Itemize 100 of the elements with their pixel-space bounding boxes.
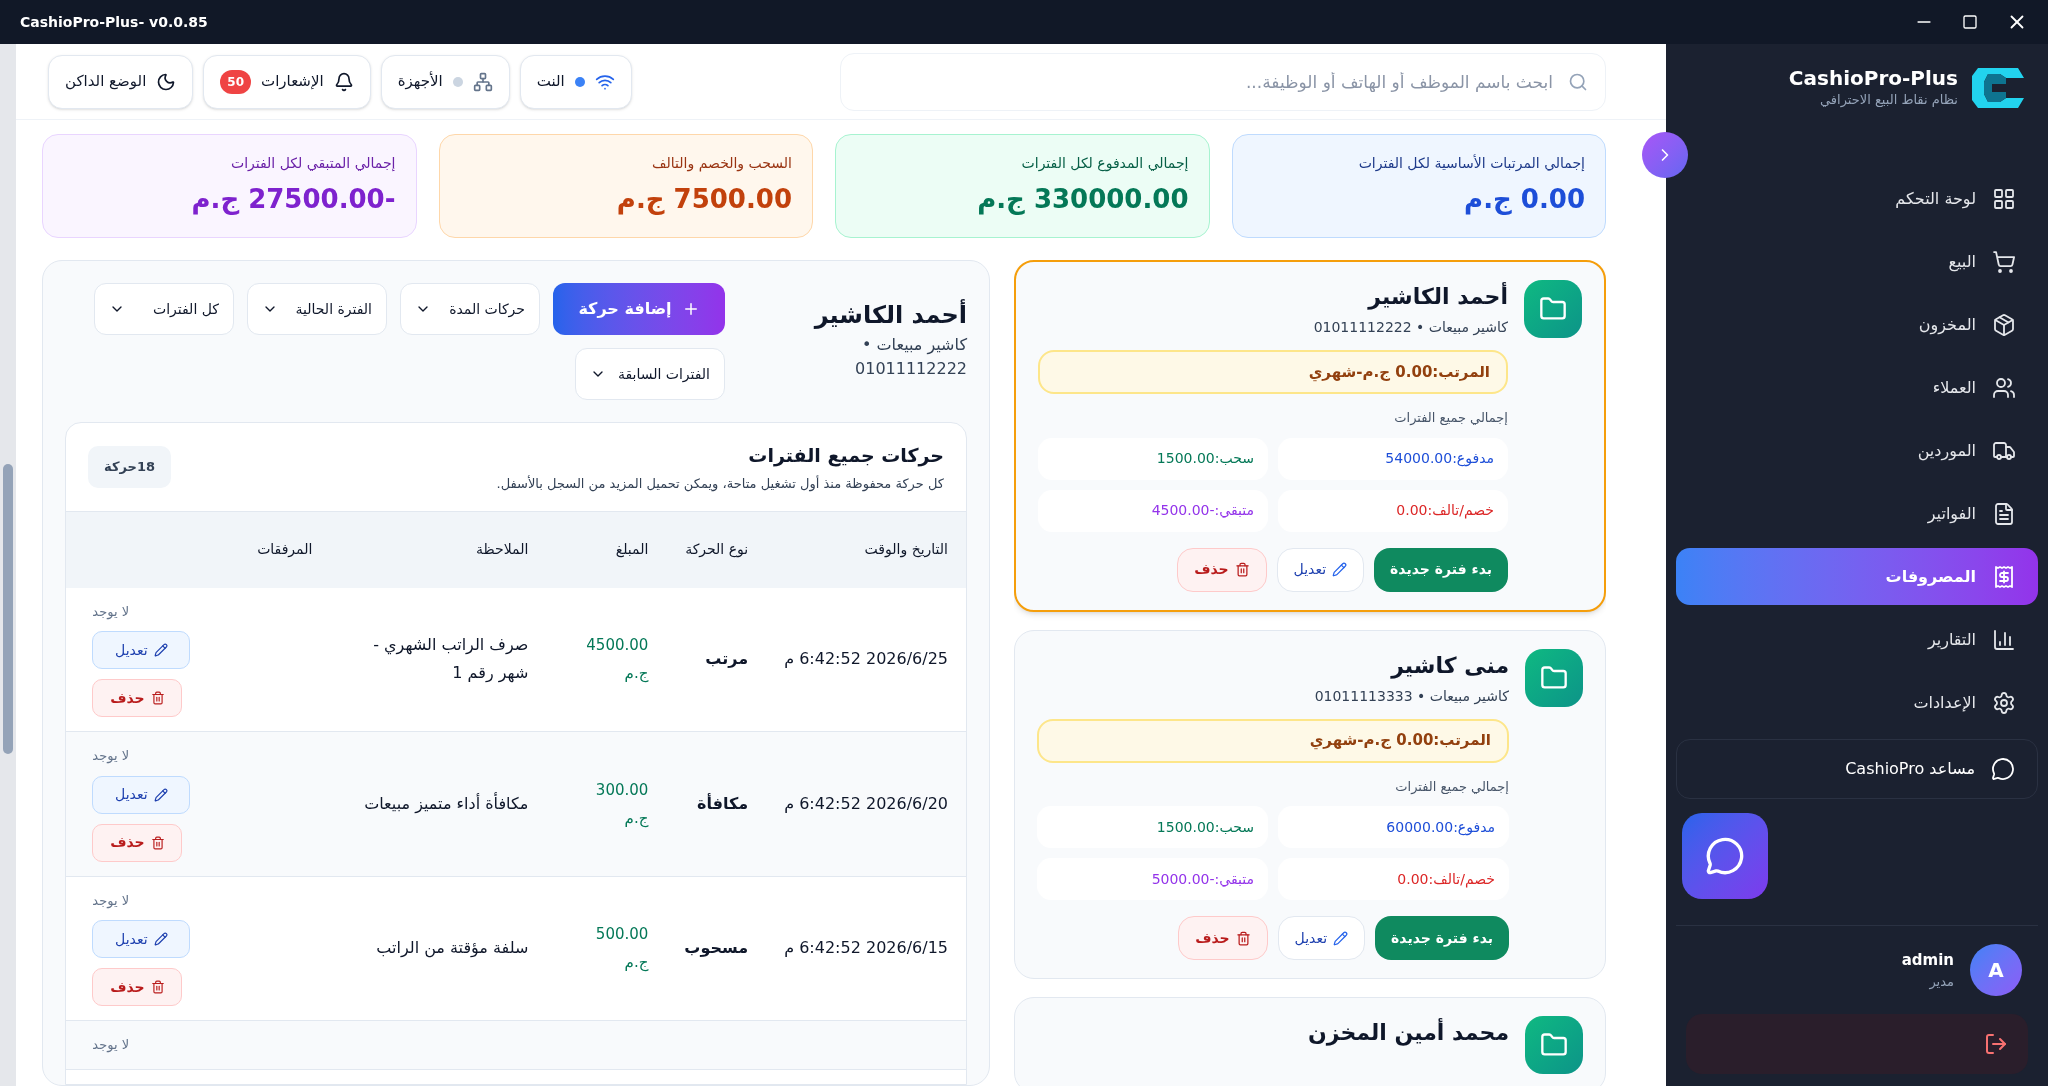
moon-icon: [156, 71, 177, 92]
amount-cell-text: 300.00 ج.م: [594, 779, 649, 830]
folder-icon: [1540, 1031, 1568, 1059]
sidebar-item[interactable]: المصروفات: [1676, 548, 2038, 605]
chat-button[interactable]: [1682, 813, 1768, 899]
delete-button[interactable]: حذف: [92, 823, 183, 862]
period-dropdown[interactable]: حركات المدة: [400, 283, 540, 335]
attachments-cell-text: لا يوجد: [92, 747, 130, 766]
stat-value: 7500.00 ج.م: [615, 183, 792, 217]
edit-button[interactable]: تعديل: [1276, 547, 1365, 592]
sidebar-item[interactable]: الإعدادات: [1676, 674, 2038, 731]
users-icon: [1992, 375, 2016, 400]
note-cell-text: سلفة مؤقتة من الراتب: [375, 937, 529, 960]
trash-icon: [1235, 930, 1251, 946]
assistant-item[interactable]: مساعد CashioPro: [1676, 739, 2038, 799]
stat-title: السحب والخصم والتالف: [651, 154, 792, 174]
amount-cell-text: 500.00 ج.م: [594, 924, 649, 974]
employee-subtitle: كاشير مبيعات • 01011112222: [1312, 318, 1508, 338]
document-icon: [1992, 501, 2016, 526]
table-cell: مرتب: [705, 649, 749, 669]
detail-employee-subtitle: كاشير مبيعات • 01011112222: [854, 334, 967, 380]
remaining-total: متبقي:-5000.00: [1037, 858, 1268, 900]
stat-value: 330000.00 ج.م: [976, 183, 1189, 217]
sidebar-item[interactable]: التقارير: [1676, 611, 2038, 668]
totals-label: إجمالي جميع الفترات: [1393, 409, 1508, 427]
collapse-toggle[interactable]: [1642, 132, 1688, 178]
employee-card[interactable]: محمد أمين المخزن: [1014, 997, 1606, 1086]
movements-count: 18حركة: [88, 446, 171, 488]
pencil-icon: [1332, 562, 1348, 577]
employee-subtitle: كاشير مبيعات • 01011113333: [1313, 686, 1509, 707]
folder-icon: [1539, 295, 1567, 323]
delete-button[interactable]: حذف: [92, 679, 183, 717]
status-chip[interactable]: الأجهزة: [380, 54, 510, 109]
attachments-cell-text: لا يوجد: [92, 891, 130, 910]
sidebar-item[interactable]: الفواتير: [1676, 485, 2038, 542]
period-dropdown[interactable]: الفترات السابقة: [574, 348, 725, 400]
deduction-total: خصم/تالف:0.00: [1278, 489, 1508, 532]
movements-description: كل حركة محفوظة منذ أول تشغيل متاحة، ويمكن تحميل المزيد من السجل بالأسفل.: [496, 474, 944, 493]
table-cell: 2026/6/20 6:42:52 م: [784, 793, 948, 813]
edit-button[interactable]: تعديل: [92, 631, 191, 669]
stat-value: -27500.00 ج.م: [190, 183, 396, 217]
sidebar-item[interactable]: العملاء: [1676, 359, 2038, 416]
pencil-icon: [153, 932, 168, 946]
sidebar-item[interactable]: البيع: [1676, 233, 2038, 290]
status-chip[interactable]: النت: [519, 54, 632, 109]
period-dropdown[interactable]: كل الفترات: [94, 283, 234, 335]
add-movement-button[interactable]: إضافة حركة: [553, 283, 725, 335]
scrollbar-thumb[interactable]: [3, 464, 13, 754]
sidebar-item[interactable]: الموردين: [1676, 422, 2038, 479]
table-cell: مسحوب: [684, 938, 749, 958]
column-header: المرفقات: [66, 511, 331, 588]
table-cell: 2026/6/25 6:42:52 م: [784, 649, 948, 669]
salary-banner: المرتب:0.00 ج.م-شهري: [1038, 350, 1508, 394]
delete-button[interactable]: حذف: [1177, 547, 1267, 592]
chip-label: النت: [536, 71, 565, 93]
user-avatar: A: [1970, 944, 2022, 996]
notification-badge: 50: [220, 69, 252, 94]
deduction-total: خصم/تالف:0.00: [1278, 858, 1509, 900]
status-chip[interactable]: الوضع الداكن: [48, 54, 194, 109]
edit-button[interactable]: تعديل: [92, 920, 191, 958]
employee-card[interactable]: أحمد الكاشير كاشير مبيعات • 01011112222 المرتب:0.00 ج.م-شهري إجمالي جميع الفترات مدفوع:54000.00 سحب:1500.00 خصم/تالف:0.00 متبقي:-4500.00 بدء فترة جديدة تعديل حذف: [1014, 260, 1606, 612]
sidebar-item[interactable]: لوحة التحكم: [1676, 170, 2038, 227]
edit-button[interactable]: تعديل: [1277, 916, 1366, 960]
employee-name: محمد أمين المخزن: [1306, 1017, 1509, 1048]
user-role: مدير: [1928, 972, 1954, 991]
note-cell-text: صرف الراتب الشهري - شهر رقم 1: [372, 634, 529, 685]
chip-label: الوضع الداكن: [65, 71, 147, 93]
delete-button[interactable]: حذف: [92, 968, 183, 1006]
column-header: الملاحظة: [330, 511, 547, 588]
trash-icon: [150, 835, 165, 850]
stat-title: إجمالي المرتبات الأساسية لكل الفترات: [1357, 153, 1585, 174]
stat-title: إجمالي المدفوع لكل الفترات: [1020, 154, 1189, 174]
totals-label: إجمالي جميع الفترات: [1394, 777, 1509, 796]
logout-icon: [1984, 1032, 2008, 1056]
folder-icon: [1540, 663, 1568, 692]
pencil-icon: [153, 787, 168, 802]
search-icon: [1568, 71, 1588, 92]
withdrawn-total: سحب:1500.00: [1038, 437, 1268, 480]
attachments-cell-text: لا يوجد: [92, 602, 130, 621]
employee-name: أحمد الكاشير: [1366, 281, 1508, 312]
edit-button[interactable]: تعديل: [92, 775, 191, 814]
delete-button[interactable]: حذف: [1178, 916, 1268, 960]
amount-cell-text: 4500.00 ج.م: [585, 635, 649, 685]
movements-title: حركات جميع الفترات: [747, 443, 944, 469]
trash-icon: [150, 691, 165, 705]
maximize-icon[interactable]: [1962, 14, 1978, 30]
pencil-icon: [1333, 930, 1349, 946]
table-cell: مكافأة: [697, 793, 749, 813]
remaining-total: متبقي:-4500.00: [1038, 489, 1268, 532]
column-header: نوع الحركة: [666, 511, 767, 588]
stat-value: 0.00 ج.م: [1463, 183, 1585, 217]
sidebar-item[interactable]: المخزون: [1676, 296, 2038, 353]
network-icon: [472, 71, 493, 92]
employee-card[interactable]: منى كاشير كاشير مبيعات • 01011113333 المرتب:0.00 ج.م-شهري إجمالي جميع الفترات مدفوع:60000.00 سحب:1500.00 خصم/تالف:0.00 متبقي:-5000.00 بدء فترة جديدة تعديل حذف: [1014, 629, 1606, 979]
new-period-button[interactable]: بدء فترة جديدة: [1375, 916, 1509, 960]
period-dropdown[interactable]: الفترة الحالية: [247, 283, 387, 335]
note-cell-text: مكافأة أداء متميز مبيعات: [363, 791, 529, 816]
settings-icon: [1992, 690, 2016, 715]
new-period-button[interactable]: بدء فترة جديدة: [1374, 547, 1508, 592]
chip-label: الأجهزة: [397, 70, 443, 93]
